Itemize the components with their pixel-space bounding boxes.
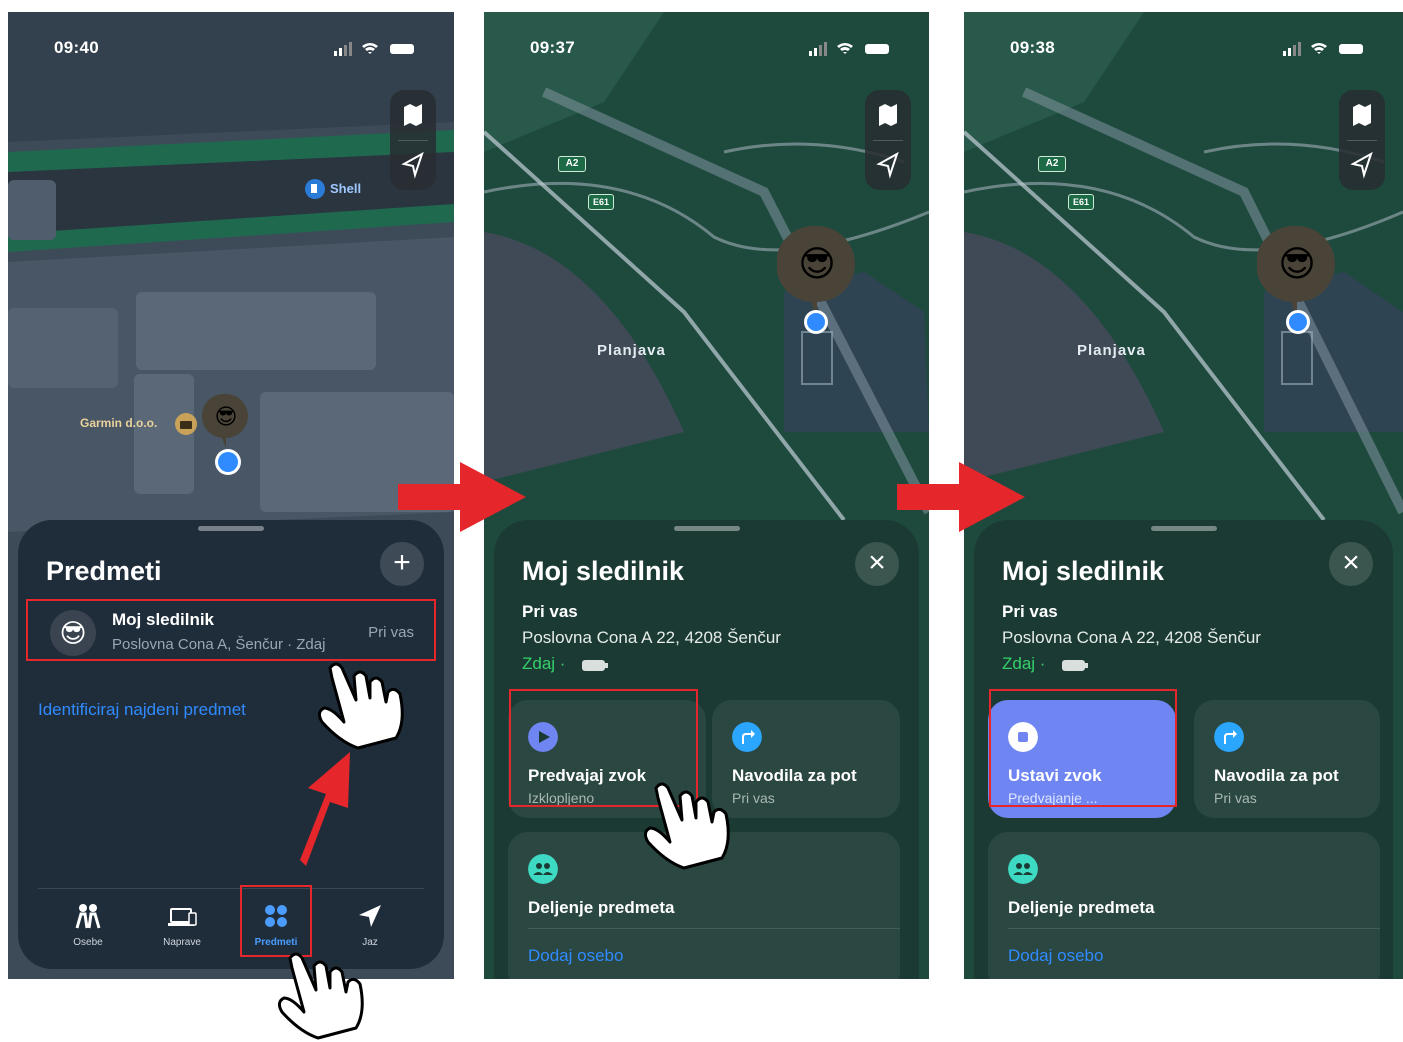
locate-button[interactable]	[390, 140, 436, 190]
people-icon	[75, 904, 101, 929]
map-controls	[865, 90, 911, 190]
sheet-grabber[interactable]	[1150, 526, 1217, 531]
map-mode-button[interactable]	[1339, 90, 1385, 140]
add-person-link[interactable]: Dodaj osebo	[1008, 946, 1103, 966]
screen-tracker-playing: Planjava A2 E61 09:38 😎 Moj sledilnik × …	[964, 12, 1403, 979]
status-time: 09:38	[1010, 38, 1055, 57]
location-arrow-icon	[876, 151, 899, 179]
highlight-stop-sound	[989, 689, 1177, 807]
directions-card[interactable]: Navodila za pot Pri vas	[1194, 700, 1380, 818]
close-button[interactable]: ×	[1329, 542, 1373, 586]
share-people-icon	[1008, 854, 1038, 884]
step-arrow-right-icon	[897, 462, 1025, 532]
svg-text:😎: 😎	[215, 404, 238, 429]
item-address: Poslovna Cona A 22, 4208 Šenčur	[1002, 628, 1261, 647]
map-place-label: Planjava	[597, 342, 666, 359]
status-time: 09:37	[530, 38, 575, 57]
signal-wifi-battery-icon	[809, 42, 889, 56]
laptop-icon	[168, 908, 197, 926]
tab-people-label: Osebe	[73, 937, 103, 948]
locate-button[interactable]	[865, 140, 911, 190]
map-place-label: Planjava	[1077, 342, 1146, 359]
directions-title: Navodila za pot	[1214, 766, 1339, 785]
location-arrow-icon	[1350, 151, 1373, 179]
map-mode-button[interactable]	[865, 90, 911, 140]
tap-hand-icon	[317, 662, 404, 750]
fuel-icon	[305, 179, 325, 199]
map-mode-button[interactable]	[390, 90, 436, 140]
user-location-dot	[215, 449, 241, 475]
signal-wifi-battery-icon	[1283, 42, 1363, 56]
directions-icon	[732, 722, 762, 752]
road-shield-e61: E61	[588, 194, 614, 210]
item-status: Pri vas	[1002, 602, 1058, 621]
location-arrow-icon	[359, 905, 381, 927]
sheet-title: Predmeti	[46, 556, 162, 586]
directions-status: Pri vas	[1214, 790, 1257, 806]
svg-text:😎: 😎	[798, 243, 836, 284]
close-button[interactable]: ×	[855, 542, 899, 586]
item-status: Pri vas	[522, 602, 578, 621]
status-bar: 09:37	[484, 38, 929, 58]
tab-devices-label: Naprave	[163, 937, 201, 948]
map-icon	[404, 104, 422, 126]
item-updated: Zdaj ·	[1002, 654, 1046, 673]
sheet-grabber[interactable]	[198, 526, 264, 531]
step-arrow-up-icon	[300, 752, 350, 866]
tracker-pin-icon: 😎	[201, 393, 248, 448]
item-address: Poslovna Cona A 22, 4208 Šenčur	[522, 628, 781, 647]
identify-found-item-link[interactable]: Identificiraj najdeni predmet	[38, 700, 246, 720]
map-icon	[879, 104, 897, 126]
battery-icon	[1062, 660, 1088, 671]
tab-people[interactable]: Osebe	[58, 903, 118, 949]
sharing-title: Deljenje predmeta	[1008, 898, 1155, 917]
battery-icon	[582, 660, 608, 671]
map-icon	[1353, 104, 1371, 126]
sheet-grabber[interactable]	[673, 526, 740, 531]
directions-icon	[1214, 722, 1244, 752]
locate-button[interactable]	[1339, 140, 1385, 190]
poi-garmin[interactable]: Garmin d.o.o.	[80, 412, 200, 436]
tap-hand-icon	[277, 952, 364, 1040]
road-shield-a2: A2	[1038, 156, 1066, 172]
screen-items-list: 09:40 Shell Garmin d.o.o. 😎 Predmeti + 😎…	[8, 12, 454, 979]
road-shield-e61: E61	[1068, 194, 1094, 210]
tab-devices[interactable]: Naprave	[152, 903, 212, 949]
sharing-card: Deljenje predmeta Dodaj osebo	[988, 832, 1380, 979]
tracker-pin[interactable]: 😎	[201, 392, 251, 452]
sheet-title: Moj sledilnik	[1002, 556, 1165, 586]
tap-hand-icon	[643, 782, 730, 870]
location-arrow-icon	[401, 151, 424, 179]
status-time: 09:40	[54, 38, 99, 57]
signal-wifi-battery-icon	[334, 42, 414, 56]
poi-garmin-label: Garmin d.o.o.	[80, 416, 158, 430]
map-controls	[390, 90, 436, 190]
user-location-dot	[804, 310, 828, 334]
add-item-button[interactable]: +	[380, 542, 424, 586]
svg-text:😎: 😎	[1278, 243, 1316, 284]
add-person-link[interactable]: Dodaj osebo	[528, 946, 623, 966]
poi-shell-label: Shell	[330, 181, 362, 196]
sharing-title: Deljenje predmeta	[528, 898, 675, 917]
map-controls	[1339, 90, 1385, 190]
briefcase-icon	[175, 413, 197, 435]
share-people-icon	[528, 854, 558, 884]
step-arrow-right-icon	[398, 462, 526, 532]
user-location-dot	[1286, 310, 1310, 334]
status-bar: 09:38	[964, 38, 1403, 58]
directions-title: Navodila za pot	[732, 766, 857, 785]
sheet-title: Moj sledilnik	[522, 556, 685, 586]
road-shield-a2: A2	[558, 156, 586, 172]
item-updated: Zdaj ·	[522, 654, 566, 673]
status-bar: 09:40	[8, 38, 454, 58]
